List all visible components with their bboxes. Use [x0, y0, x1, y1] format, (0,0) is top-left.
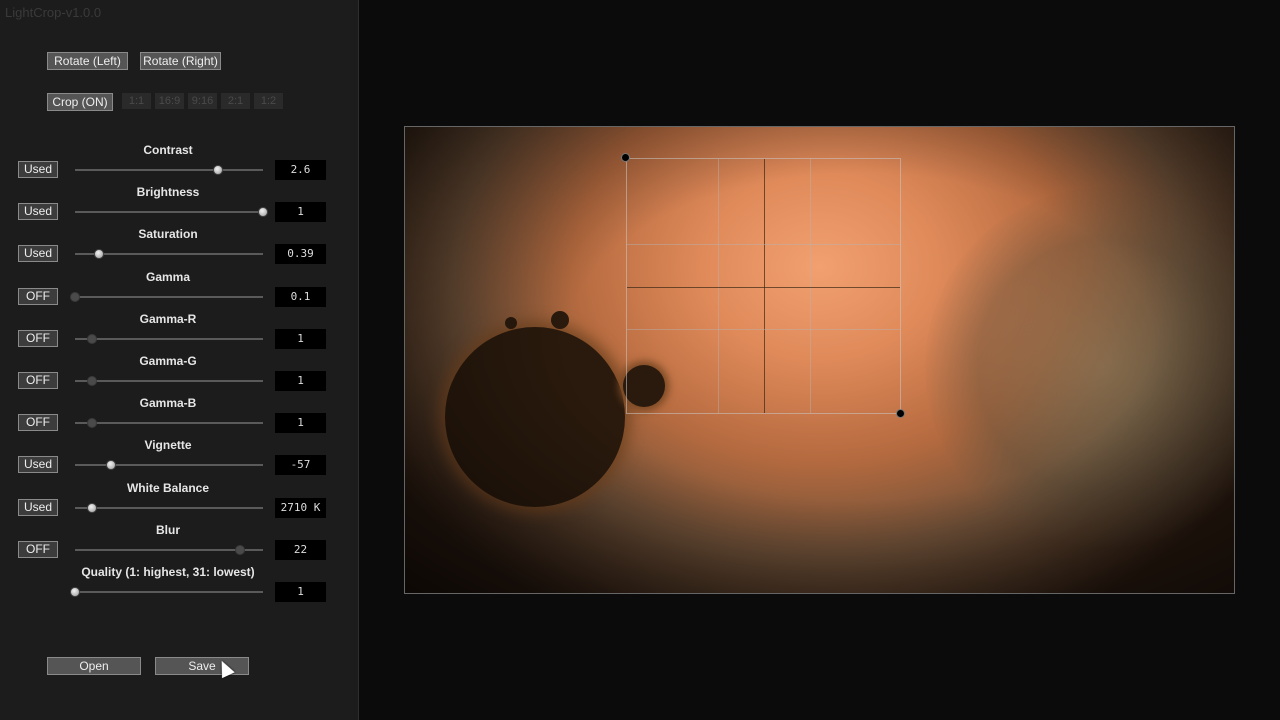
- gamma-slider[interactable]: [70, 292, 263, 302]
- quality-value[interactable]: 1: [275, 582, 326, 602]
- gamma-g-slider[interactable]: [75, 376, 263, 386]
- gamma-g-value[interactable]: 1: [275, 371, 326, 391]
- brightness-slider-knob[interactable]: [258, 207, 268, 217]
- crop-center-line: [764, 159, 765, 413]
- gamma-g-slider-knob[interactable]: [86, 376, 97, 386]
- gamma-b-label: Gamma-B: [139, 396, 197, 410]
- vignette-slider-knob[interactable]: [105, 460, 116, 470]
- vignette-value[interactable]: -57: [275, 455, 326, 475]
- saturation-state-button[interactable]: Used: [18, 245, 58, 262]
- brightness-slider[interactable]: [75, 207, 268, 217]
- image-preview[interactable]: [404, 126, 1235, 594]
- gamma-r-state-button[interactable]: OFF: [18, 330, 58, 347]
- gamma-b-slider[interactable]: [75, 418, 263, 428]
- brightness-state-button[interactable]: Used: [18, 203, 58, 220]
- crop-handle-top-left[interactable]: [621, 153, 630, 162]
- crop-grid-line: [627, 329, 900, 330]
- gamma-b-state-button[interactable]: OFF: [18, 414, 58, 431]
- rotate-right-button[interactable]: Rotate (Right): [140, 52, 221, 70]
- blur-slider[interactable]: [75, 545, 263, 555]
- gamma-b-value[interactable]: 1: [275, 413, 326, 433]
- saturation-slider-knob[interactable]: [94, 249, 105, 259]
- crop-grid-line: [810, 159, 811, 413]
- gamma-r-slider[interactable]: [75, 334, 263, 344]
- crop-grid-line: [718, 159, 719, 413]
- ratio-2-1-button[interactable]: 2:1: [221, 93, 250, 109]
- gamma-g-label: Gamma-G: [139, 354, 197, 368]
- app-title: LightCrop-v1.0.0: [5, 5, 102, 20]
- gamma-value[interactable]: 0.1: [275, 287, 326, 307]
- saturation-value[interactable]: 0.39: [275, 244, 326, 264]
- gamma-state-button[interactable]: OFF: [18, 288, 58, 305]
- white-balance-slider[interactable]: [75, 503, 263, 513]
- ratio-16-9-button[interactable]: 16:9: [155, 93, 184, 109]
- white-balance-label: White Balance: [126, 481, 210, 495]
- brightness-label: Brightness: [136, 185, 200, 199]
- quality-slider[interactable]: [70, 587, 263, 597]
- gamma-r-slider-knob[interactable]: [86, 334, 97, 344]
- vignette-state-button[interactable]: Used: [18, 456, 58, 473]
- contrast-slider-knob[interactable]: [212, 165, 223, 175]
- gamma-label: Gamma: [145, 270, 191, 284]
- white-balance-value[interactable]: 2710 K: [275, 498, 326, 518]
- white-balance-state-button[interactable]: Used: [18, 499, 58, 516]
- crop-handle-bottom-right[interactable]: [896, 409, 905, 418]
- crop-rectangle[interactable]: [626, 158, 901, 414]
- gamma-slider-knob[interactable]: [70, 292, 80, 302]
- blur-label: Blur: [156, 523, 180, 537]
- ratio-9-16-button[interactable]: 9:16: [188, 93, 217, 109]
- ratio-1-2-button[interactable]: 1:2: [254, 93, 283, 109]
- blur-value[interactable]: 22: [275, 540, 326, 560]
- control-panel: LightCrop-v1.0.0 Rotate (Left) Rotate (R…: [0, 0, 359, 720]
- blur-slider-knob[interactable]: [235, 545, 246, 555]
- quality-label: Quality (1: highest, 31: lowest): [81, 565, 255, 579]
- gamma-r-label: Gamma-R: [139, 312, 197, 326]
- open-button[interactable]: Open: [47, 657, 141, 675]
- contrast-state-button[interactable]: Used: [18, 161, 58, 178]
- ratio-1-1-button[interactable]: 1:1: [122, 93, 151, 109]
- saturation-slider[interactable]: [75, 249, 263, 259]
- contrast-label: Contrast: [143, 143, 193, 157]
- contrast-value[interactable]: 2.6: [275, 160, 326, 180]
- rotate-left-button[interactable]: Rotate (Left): [47, 52, 128, 70]
- gamma-r-value[interactable]: 1: [275, 329, 326, 349]
- crop-grid-line: [627, 244, 900, 245]
- gamma-b-slider-knob[interactable]: [86, 418, 97, 428]
- crop-toggle-button[interactable]: Crop (ON): [47, 93, 113, 111]
- vignette-label: Vignette: [144, 438, 192, 452]
- quality-slider-knob[interactable]: [70, 587, 80, 597]
- saturation-label: Saturation: [138, 227, 198, 241]
- save-button[interactable]: Save: [155, 657, 249, 675]
- blur-state-button[interactable]: OFF: [18, 541, 58, 558]
- contrast-slider[interactable]: [75, 165, 263, 175]
- vignette-slider[interactable]: [75, 460, 263, 470]
- brightness-value[interactable]: 1: [275, 202, 326, 222]
- crop-center-line: [627, 287, 900, 288]
- white-balance-slider-knob[interactable]: [86, 503, 97, 513]
- gamma-g-state-button[interactable]: OFF: [18, 372, 58, 389]
